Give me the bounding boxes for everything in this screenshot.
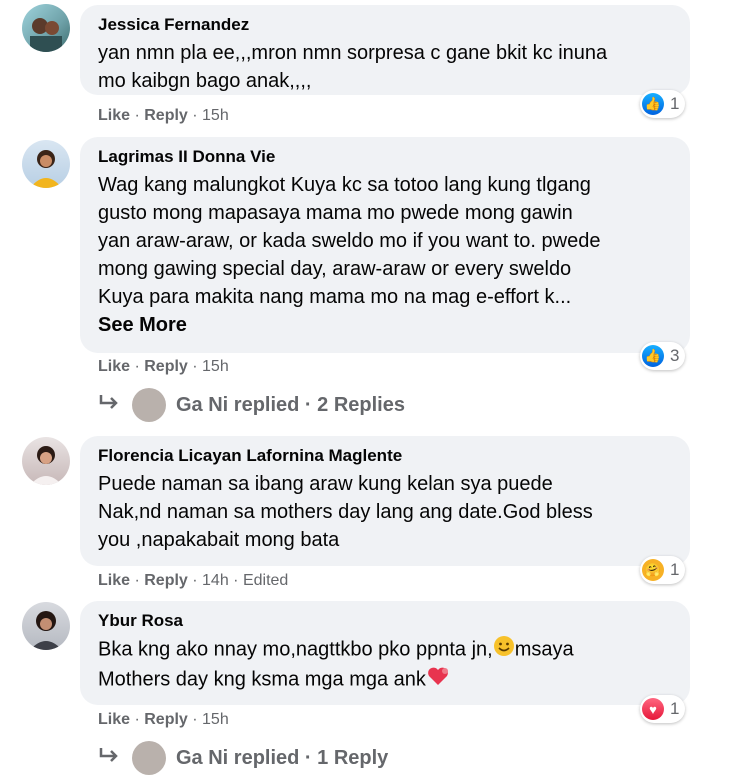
like-icon: 👍: [642, 93, 664, 115]
avatar-photo-icon: [30, 150, 62, 188]
timestamp[interactable]: 14h: [202, 572, 229, 589]
comment-actions: Like · Reply · 14h · Edited: [98, 572, 289, 589]
timestamp[interactable]: 15h: [202, 107, 229, 124]
smile-emoji-icon: [493, 635, 515, 665]
see-more-link[interactable]: See More: [98, 311, 672, 339]
reply-button[interactable]: Reply: [144, 572, 188, 589]
view-replies-link[interactable]: Ga Ni replied · 2 Replies: [98, 388, 405, 422]
reaction-count: 3: [670, 346, 680, 365]
reply-button[interactable]: Reply: [144, 358, 188, 375]
care-icon: 🤗: [642, 559, 664, 581]
replies-label: Ga Ni replied · 1 Reply: [176, 746, 389, 769]
reaction-count: 1: [670, 560, 680, 579]
reaction-summary[interactable]: 👍 1: [640, 90, 686, 118]
like-button[interactable]: Like: [98, 711, 130, 728]
timestamp[interactable]: 15h: [202, 711, 229, 728]
love-icon: ♥: [642, 698, 664, 720]
comment-text: Puede naman sa ibang araw kung kelan sya…: [98, 473, 593, 551]
view-replies-link[interactable]: Ga Ni replied · 1 Reply: [98, 741, 388, 775]
avatar-photo-icon: [30, 611, 62, 650]
avatar[interactable]: [22, 602, 70, 650]
comment-bubble: Ybur Rosa Bka kng ako nnay mo,nagttkbo p…: [80, 601, 690, 705]
replier-avatar: [132, 741, 166, 775]
avatar[interactable]: [22, 437, 70, 485]
avatar-photo-icon: [30, 446, 62, 485]
comment-actions: Like · Reply · 15h: [98, 711, 229, 728]
replier-avatar: [132, 388, 166, 422]
like-icon: 👍: [642, 345, 664, 367]
comment-bubble: Lagrimas II Donna Vie Wag kang malungkot…: [80, 137, 690, 353]
reaction-summary[interactable]: 👍 3: [640, 342, 686, 370]
replies-label: Ga Ni replied · 2 Replies: [176, 393, 405, 416]
comment-text: Wag kang malungkot Kuya kc sa totoo lang…: [98, 174, 601, 308]
reply-arrow-icon: [98, 393, 120, 417]
timestamp[interactable]: 15h: [202, 358, 229, 375]
reaction-count: 1: [670, 94, 680, 113]
comment-bubble: Jessica Fernandez yan nmn pla ee,,,mron …: [80, 5, 690, 95]
reaction-summary[interactable]: ♥ 1: [640, 695, 686, 723]
comment-author[interactable]: Florencia Licayan Lafornina Maglente: [98, 446, 672, 466]
comment-text: Bka kng ako nnay mo,nagttkbo pko ppnta j…: [98, 635, 672, 695]
avatar[interactable]: [22, 4, 70, 52]
comment-bubble: Florencia Licayan Lafornina Maglente Pue…: [80, 436, 690, 566]
reply-button[interactable]: Reply: [144, 107, 188, 124]
like-button[interactable]: Like: [98, 358, 130, 375]
reaction-summary[interactable]: 🤗 1: [640, 556, 686, 584]
reaction-count: 1: [670, 699, 680, 718]
comment-text: yan nmn pla ee,,,mron nmn sorpresa c gan…: [98, 42, 608, 92]
avatar[interactable]: [22, 140, 70, 188]
comment-actions: Like · Reply · 15h: [98, 358, 229, 375]
comment-author[interactable]: Lagrimas II Donna Vie: [98, 147, 672, 167]
reply-button[interactable]: Reply: [144, 711, 188, 728]
heart-emoji-icon: [426, 665, 450, 695]
comment-actions: Like · Reply · 15h: [98, 107, 229, 124]
comment-author[interactable]: Ybur Rosa: [98, 611, 672, 631]
avatar-photo-icon: [30, 18, 62, 52]
reply-arrow-icon: [98, 746, 120, 770]
comment-author[interactable]: Jessica Fernandez: [98, 15, 672, 35]
edited-label: Edited: [242, 572, 289, 589]
like-button[interactable]: Like: [98, 572, 130, 589]
like-button[interactable]: Like: [98, 107, 130, 124]
